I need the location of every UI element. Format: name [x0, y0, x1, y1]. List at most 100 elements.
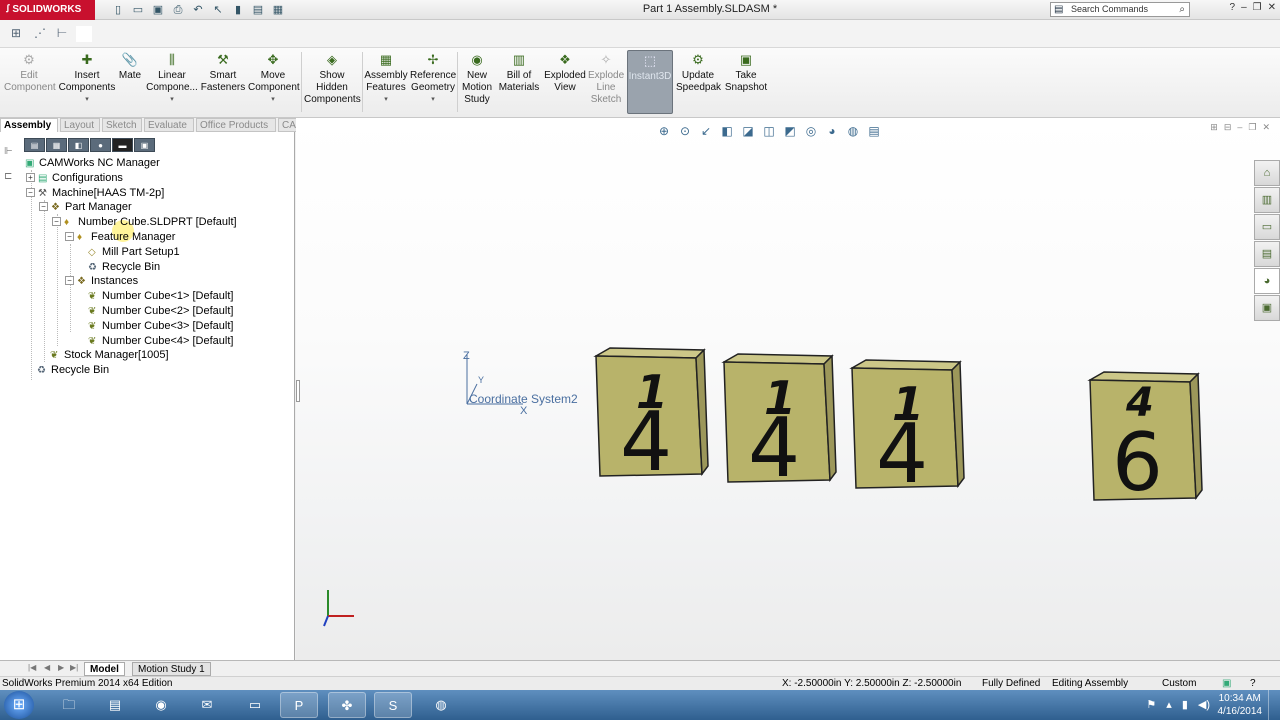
reference-geometry-button[interactable]: ✢ Reference Geometry ▾: [410, 52, 456, 106]
solidworks-task-icon[interactable]: S: [374, 692, 412, 718]
action-center-flag-icon[interactable]: ⚑: [1146, 698, 1156, 711]
edit-appearance-icon[interactable]: ◕: [824, 123, 840, 139]
display-manager-tab-icon[interactable]: ●: [90, 138, 111, 152]
edit-component-button[interactable]: ⚙ Edit Component: [4, 52, 56, 94]
chrome-task-icon[interactable]: ◉: [142, 692, 180, 718]
camworks-task-icon[interactable]: ✤: [328, 692, 366, 718]
splitter-handle[interactable]: [296, 380, 300, 402]
notepad-task-icon[interactable]: ▤: [96, 692, 134, 718]
blank-icon[interactable]: [76, 26, 92, 42]
insert-components-button[interactable]: ✚ Insert Components ▾: [58, 52, 116, 106]
vp-restore-icon[interactable]: ❐: [1248, 122, 1256, 133]
help-icon[interactable]: ?: [1250, 677, 1256, 691]
tree-feature-manager[interactable]: − ♦ Feature Manager: [65, 230, 175, 244]
design-library-icon[interactable]: ▥: [1254, 187, 1280, 213]
camworks-feature-tab-icon[interactable]: ▬: [112, 138, 133, 152]
tree-mill-part-setup[interactable]: ◇ Mill Part Setup1: [88, 245, 180, 259]
restore-icon[interactable]: ❐: [1253, 2, 1262, 13]
search-icon[interactable]: ⌕: [1179, 3, 1185, 16]
tree-recycle-bin-root[interactable]: ♻ Recycle Bin: [37, 363, 109, 377]
tree-instance-item[interactable]: ❦ Number Cube<4> [Default]: [88, 334, 233, 348]
tree-root[interactable]: ▣ CAMWorks NC Manager: [25, 156, 160, 170]
first-tab-icon[interactable]: |◀: [28, 663, 36, 672]
print-icon[interactable]: ⎙: [170, 2, 186, 18]
property-manager-tab-icon[interactable]: ▦: [46, 138, 67, 152]
tab-evaluate[interactable]: Evaluate: [144, 118, 194, 132]
new-document-icon[interactable]: ▯: [110, 2, 126, 18]
network-icon[interactable]: ▮: [1182, 698, 1188, 711]
instant3d-button[interactable]: ⬚ Instant3D: [627, 50, 673, 114]
collapse-icon[interactable]: −: [65, 232, 74, 241]
file-explorer-task-icon[interactable]: 🗀: [50, 692, 88, 718]
mate-button[interactable]: 📎 Mate: [116, 52, 144, 82]
units-selector[interactable]: Custom: [1162, 677, 1196, 691]
show-hidden-tray-icon[interactable]: ▴: [1166, 698, 1172, 711]
tree-instance-item[interactable]: ❦ Number Cube<1> [Default]: [88, 289, 233, 303]
select-arrow-icon[interactable]: ↖: [210, 2, 226, 18]
zoom-to-fit-icon[interactable]: ⊕: [656, 123, 672, 139]
vp-minimize-icon[interactable]: –: [1237, 122, 1242, 133]
dropdown-arrow-icon[interactable]: ▾: [248, 94, 298, 106]
tile-icon[interactable]: ⊞: [1210, 122, 1218, 133]
exploded-view-button[interactable]: ❖ Exploded View: [544, 52, 586, 94]
search-scope-icon[interactable]: ▤: [1054, 3, 1063, 16]
options-icon[interactable]: ▦: [270, 2, 286, 18]
last-tab-icon[interactable]: ▶|: [70, 663, 78, 672]
outlook-task-icon[interactable]: ✉: [188, 692, 226, 718]
move-component-button[interactable]: ✥ Move Component ▾: [248, 52, 300, 106]
dimension-icon[interactable]: ⊢: [54, 26, 70, 42]
appearances-icon[interactable]: ◕: [1254, 268, 1280, 294]
view-settings-icon[interactable]: ▤: [866, 123, 882, 139]
pattern-icon[interactable]: ⋰: [32, 26, 48, 42]
solidworks-logo[interactable]: ꭍ SOLIDWORKS: [0, 0, 95, 20]
tab-motion-study[interactable]: Motion Study 1: [132, 662, 211, 676]
tree-configurations[interactable]: + ▤ Configurations: [26, 171, 123, 185]
update-speedpak-button[interactable]: ⚙ Update Speedpak: [676, 52, 721, 94]
close-icon[interactable]: ✕: [1268, 2, 1276, 13]
dropdown-arrow-icon[interactable]: ▾: [146, 94, 198, 106]
file-explorer-icon[interactable]: ▭: [1254, 214, 1280, 240]
undo-icon[interactable]: ↶: [190, 2, 206, 18]
rebuild-icon[interactable]: ▮: [230, 2, 246, 18]
tree-instance-item[interactable]: ❦ Number Cube<3> [Default]: [88, 319, 233, 333]
explode-line-sketch-button[interactable]: ✧ Explode Line Sketch: [588, 52, 624, 106]
recorder-task-icon[interactable]: ◍: [422, 692, 460, 718]
prev-tab-icon[interactable]: ◀: [44, 663, 50, 672]
configuration-manager-tab-icon[interactable]: ◧: [68, 138, 89, 152]
save-icon[interactable]: ▣: [150, 2, 166, 18]
number-cube-1[interactable]: 1 4: [592, 346, 712, 482]
volume-icon[interactable]: ◀): [1198, 698, 1210, 711]
hide-show-items-icon[interactable]: ◎: [803, 123, 819, 139]
tree-recycle-bin-inner[interactable]: ♻ Recycle Bin: [88, 260, 160, 274]
collapse-icon[interactable]: −: [39, 202, 48, 211]
view-palette-icon[interactable]: ▤: [1254, 241, 1280, 267]
feature-manager-tab-icon[interactable]: ▤: [24, 138, 45, 152]
graphics-area[interactable]: ⊕ ⊙ ↙ ◧ ◪ ◫ ◩ ◎ ◕ ◍ ▤ ⊞ ⊟ – ❐ ✕ ⌂ ▥ ▭ ▤ …: [296, 118, 1280, 660]
assembly-features-button[interactable]: ▦ Assembly Features ▾: [364, 52, 408, 106]
display-style-icon[interactable]: ◩: [782, 123, 798, 139]
collapse-icon[interactable]: −: [26, 188, 35, 197]
number-cube-2[interactable]: 1 4: [720, 352, 840, 488]
expand-icon[interactable]: +: [26, 173, 35, 182]
dropdown-arrow-icon[interactable]: ▾: [58, 94, 116, 106]
tree-expand-icon[interactable]: ⊏: [4, 171, 13, 182]
tab-office-products[interactable]: Office Products: [196, 118, 276, 132]
bill-of-materials-button[interactable]: ▥ Bill of Materials: [498, 52, 540, 94]
collapse-icon[interactable]: −: [52, 217, 61, 226]
tree-part-number-cube[interactable]: − ♦ Number Cube.SLDPRT [Default]: [52, 215, 237, 229]
rebuild-status-icon[interactable]: ▣: [1222, 677, 1231, 691]
dynamic-annotation-icon[interactable]: ◪: [740, 123, 756, 139]
apply-scene-icon[interactable]: ◍: [845, 123, 861, 139]
custom-properties-icon[interactable]: ▣: [1254, 295, 1280, 321]
show-hidden-components-button[interactable]: ◈ Show Hidden Components: [304, 52, 361, 106]
vp-close-icon[interactable]: ✕: [1262, 122, 1270, 133]
zoom-area-icon[interactable]: ⊙: [677, 123, 693, 139]
show-desktop-button[interactable]: [1268, 690, 1280, 720]
tree-stock-manager[interactable]: ❦ Stock Manager[1005]: [50, 348, 169, 362]
dropdown-arrow-icon[interactable]: ▾: [364, 94, 408, 106]
tree-instance-item[interactable]: ❦ Number Cube<2> [Default]: [88, 304, 233, 318]
collapse-icon[interactable]: −: [65, 276, 74, 285]
minimize-icon[interactable]: –: [1241, 2, 1247, 13]
view-orientation-icon[interactable]: ◫: [761, 123, 777, 139]
tree-machine[interactable]: − ⚒ Machine[HAAS TM-2p]: [26, 186, 164, 200]
